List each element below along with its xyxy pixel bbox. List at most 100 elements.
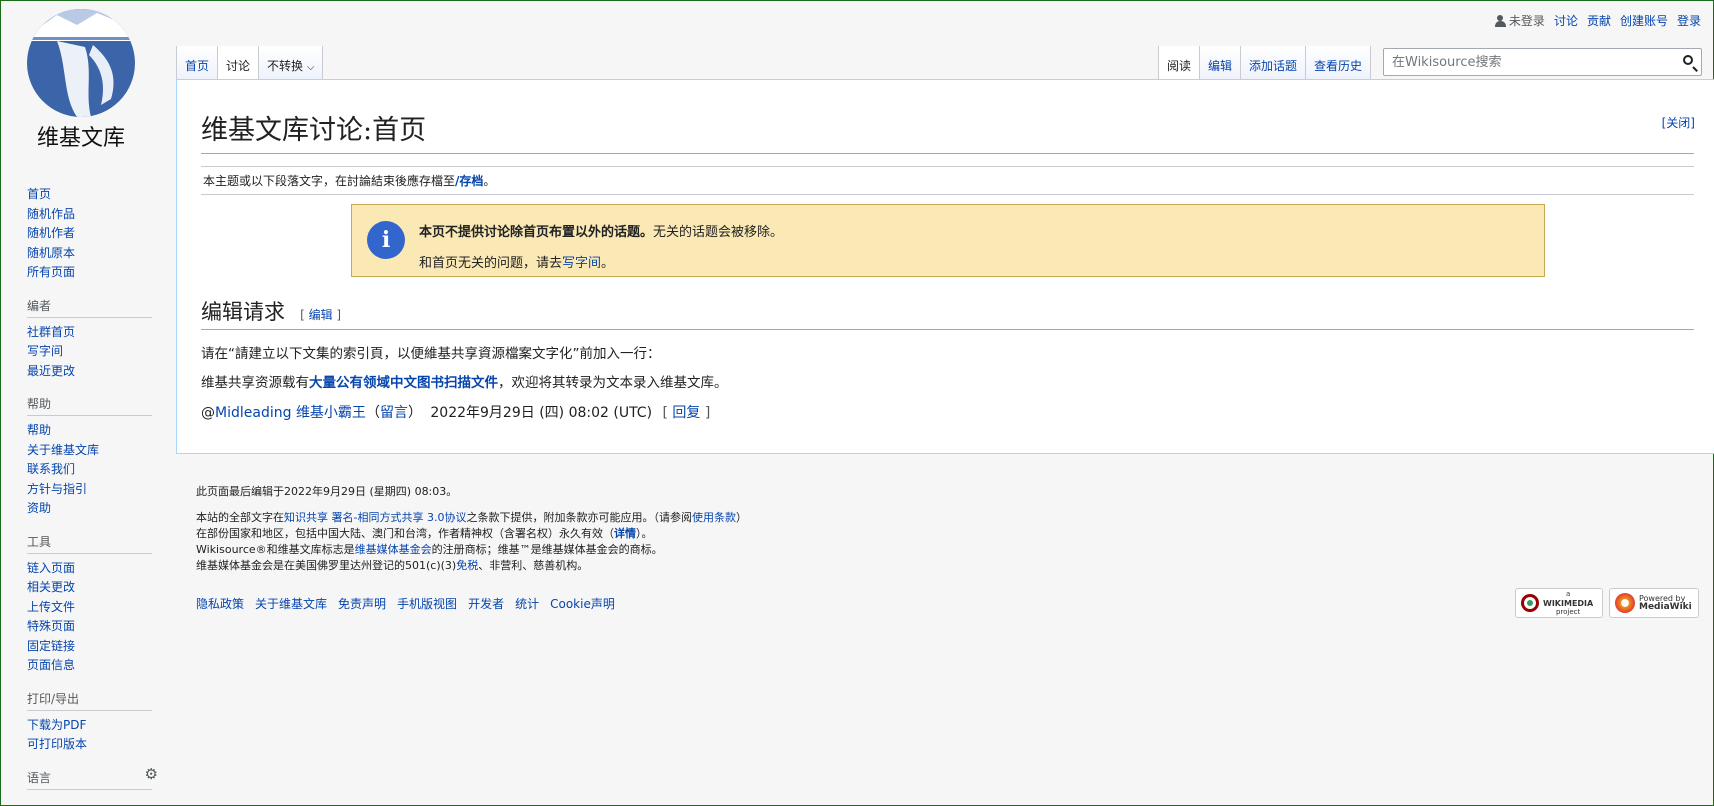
sidebar-help: 帮助 帮助 关于维基文库 联系我们 方针与指引 资助 bbox=[27, 395, 162, 519]
reply-link[interactable]: 回复 bbox=[672, 405, 700, 421]
tab-history[interactable]: 查看历史 bbox=[1306, 46, 1372, 80]
last-modified: 此页面最后编辑于2022年9月29日 (星期四) 08:03。 bbox=[196, 485, 458, 498]
search-icon[interactable] bbox=[1683, 55, 1693, 65]
variant-dropdown[interactable]: 不转换 ⌵ bbox=[259, 46, 324, 80]
sidebar-item-random-source[interactable]: 随机原本 bbox=[27, 244, 162, 264]
commons-scans-link[interactable]: 大量公有领域中文图书扫描文件 bbox=[309, 375, 498, 391]
request-paragraph: 请在“請建立以下文集的索引頁，以便維基共享資源檔案文字化”前加入一行： bbox=[201, 346, 661, 362]
footer-about-link[interactable]: 关于维基文库 bbox=[255, 595, 327, 612]
gear-icon[interactable]: ⚙ bbox=[145, 765, 158, 783]
tab-add-topic[interactable]: 添加话题 bbox=[1241, 46, 1307, 80]
chevron-down-icon: ⌵ bbox=[306, 62, 315, 73]
footer-developers-link[interactable]: 开发者 bbox=[468, 595, 504, 612]
license-line-3: Wikisource®和维基文库标志是维基媒体基金会的注册商标；维基™是维基媒体… bbox=[196, 543, 663, 556]
personal-tools: 未登录 讨论 贡献 创建账号 登录 bbox=[1494, 12, 1701, 29]
logo-globe-icon: 维基文库 bbox=[27, 9, 135, 151]
footer-places: 隐私政策 关于维基文库 免责声明 手机版视图 开发者 统计 Cookie声明 bbox=[196, 595, 615, 612]
signature-timestamp: 2022年9月29日 (四) 08:02 (UTC) bbox=[430, 405, 653, 421]
section-edit-link[interactable]: 编辑 bbox=[309, 308, 333, 322]
login-link[interactable]: 登录 bbox=[1677, 12, 1701, 29]
namespace-tabs: 首页 讨论 不转换 ⌵ bbox=[176, 46, 324, 80]
sidebar-heading-editors: 编者 bbox=[27, 297, 152, 318]
sidebar-item-upload-file[interactable]: 上传文件 bbox=[27, 598, 162, 618]
notice-line-1: 本页不提供讨论除首页布置以外的话题。无关的话题会被移除。 bbox=[419, 225, 784, 240]
tab-main-page[interactable]: 首页 bbox=[176, 46, 219, 80]
license-info: 本站的全部文字在知识共享 署名-相同方式共享 3.0协议之条款下提供，附加条款亦… bbox=[196, 510, 747, 574]
search-input[interactable] bbox=[1384, 49, 1680, 75]
archive-link[interactable]: /存档 bbox=[455, 174, 483, 188]
license-line-2: 在部份国家和地区，包括中国大陆、澳门和台湾，作者精神权（含署名权）永久有效（详情… bbox=[196, 527, 653, 540]
terms-of-use-link[interactable]: 使用条款 bbox=[692, 511, 736, 524]
close-link[interactable]: [关闭] bbox=[1662, 114, 1695, 131]
notice-box: i 本页不提供讨论除首页布置以外的话题。无关的话题会被移除。 和首页无关的问题，… bbox=[351, 204, 1545, 277]
details-link[interactable]: 详情 bbox=[614, 527, 636, 540]
sidebar-item-scriptorium[interactable]: 写字间 bbox=[27, 342, 162, 362]
scriptorium-link[interactable]: 写字间 bbox=[562, 256, 601, 271]
svg-text:维基文库: 维基文库 bbox=[37, 126, 125, 151]
section-edit: [ 编辑 ] bbox=[300, 308, 342, 322]
sidebar-item-recent-changes[interactable]: 最近更改 bbox=[27, 362, 162, 382]
sidebar-item-main-page[interactable]: 首页 bbox=[27, 185, 162, 205]
footer-privacy-link[interactable]: 隐私政策 bbox=[196, 595, 244, 612]
sidebar-item-special-pages[interactable]: 特殊页面 bbox=[27, 617, 162, 637]
license-line-1: 本站的全部文字在知识共享 署名-相同方式共享 3.0协议之条款下提供，附加条款亦… bbox=[196, 511, 747, 524]
sidebar-item-community-portal[interactable]: 社群首页 bbox=[27, 323, 162, 343]
sidebar-item-all-pages[interactable]: 所有页面 bbox=[27, 263, 162, 283]
notice-line-2: 和首页无关的问题，请去写字间。 bbox=[419, 256, 615, 271]
tab-edit[interactable]: 编辑 bbox=[1200, 46, 1242, 80]
tax-exempt-link[interactable]: 免税 bbox=[456, 559, 478, 572]
sidebar-editors: 编者 社群首页 写字间 最近更改 bbox=[27, 297, 162, 382]
sidebar-item-help[interactable]: 帮助 bbox=[27, 421, 162, 441]
footer-mobile-view-link[interactable]: 手机版视图 bbox=[397, 595, 457, 612]
create-account-link[interactable]: 创建账号 bbox=[1620, 12, 1668, 29]
sidebar-item-random-author[interactable]: 随机作者 bbox=[27, 224, 162, 244]
sidebar-item-download-pdf[interactable]: 下载为PDF bbox=[27, 716, 162, 736]
personal-talk-link[interactable]: 讨论 bbox=[1554, 12, 1578, 29]
sidebar-item-page-info[interactable]: 页面信息 bbox=[27, 656, 162, 676]
main-content: 维基文库讨论:首页 [关闭] 本主题或以下段落文字，在討論結束後應存檔至/存档。… bbox=[176, 79, 1714, 454]
sidebar-item-about[interactable]: 关于维基文库 bbox=[27, 441, 162, 461]
user-icon bbox=[1494, 14, 1506, 27]
sidebar-languages: 语言 ⚙ bbox=[27, 765, 162, 790]
sidebar-item-printable-version[interactable]: 可打印版本 bbox=[27, 735, 162, 755]
ping-user-link[interactable]: Midleading bbox=[215, 405, 291, 421]
sidebar-heading-languages: 语言 ⚙ bbox=[27, 765, 158, 790]
search-box bbox=[1383, 48, 1702, 76]
sidebar-item-policies[interactable]: 方针与指引 bbox=[27, 480, 162, 500]
license-line-4: 维基媒体基金会是在美国佛罗里达州登记的501(c)(3)免税、非营利、慈善机构。 bbox=[196, 559, 589, 572]
sidebar-item-what-links-here[interactable]: 链入页面 bbox=[27, 559, 162, 579]
commons-paragraph: 维基共享资源载有大量公有领域中文图书扫描文件，欢迎将其转录为文本录入维基文库。 bbox=[201, 375, 728, 391]
footer-disclaimer-link[interactable]: 免责声明 bbox=[338, 595, 386, 612]
archive-notice: 本主题或以下段落文字，在討論結束後應存檔至/存档。 bbox=[201, 166, 1694, 195]
sidebar-heading-print: 打印/导出 bbox=[27, 690, 152, 711]
section-title: 编辑请求 bbox=[201, 300, 285, 324]
sidebar-item-permanent-link[interactable]: 固定链接 bbox=[27, 637, 162, 657]
user-talk-link[interactable]: 留言 bbox=[380, 405, 408, 421]
sidebar-item-random-work[interactable]: 随机作品 bbox=[27, 205, 162, 225]
tab-read[interactable]: 阅读 bbox=[1158, 46, 1201, 80]
signature-line: @Midleading 维基小霸王（留言） 2022年9月29日 (四) 08:… bbox=[201, 405, 711, 421]
footer-cookie-link[interactable]: Cookie声明 bbox=[550, 595, 615, 612]
sidebar-item-contact[interactable]: 联系我们 bbox=[27, 460, 162, 480]
sidebar: 首页 随机作品 随机作者 随机原本 所有页面 编者 社群首页 写字间 最近更改 … bbox=[27, 185, 162, 804]
wikimedia-logo-icon bbox=[1521, 594, 1539, 612]
sidebar-item-related-changes[interactable]: 相关更改 bbox=[27, 578, 162, 598]
sidebar-print-export: 打印/导出 下载为PDF 可打印版本 bbox=[27, 690, 162, 755]
footer-statistics-link[interactable]: 统计 bbox=[515, 595, 539, 612]
sidebar-navigation: 首页 随机作品 随机作者 随机原本 所有页面 bbox=[27, 185, 162, 283]
tab-talk[interactable]: 讨论 bbox=[218, 46, 260, 80]
footer-info: 此页面最后编辑于2022年9月29日 (星期四) 08:03。 本站的全部文字在… bbox=[196, 483, 747, 574]
wikisource-logo[interactable]: 维基文库 bbox=[27, 7, 147, 157]
wikimedia-project-badge[interactable]: a WIKIMEDIA project bbox=[1515, 588, 1603, 618]
wikimedia-foundation-link[interactable]: 维基媒体基金会 bbox=[355, 543, 432, 556]
sidebar-item-donate[interactable]: 资助 bbox=[27, 499, 162, 519]
cc-license-link[interactable]: 知识共享 署名-相同方式共享 3.0协议 bbox=[284, 511, 466, 524]
powered-by-mediawiki-badge[interactable]: Powered by MediaWiki bbox=[1609, 588, 1699, 618]
reply-control: [ 回复 ] bbox=[662, 405, 711, 421]
user-link[interactable]: 维基小霸王 bbox=[296, 405, 366, 421]
personal-contributions-link[interactable]: 贡献 bbox=[1587, 12, 1611, 29]
view-tabs: 阅读 编辑 添加话题 查看历史 bbox=[1158, 46, 1372, 80]
sidebar-tools: 工具 链入页面 相关更改 上传文件 特殊页面 固定链接 页面信息 bbox=[27, 533, 162, 676]
info-icon: i bbox=[367, 221, 405, 259]
section-heading: 编辑请求 [ 编辑 ] bbox=[201, 296, 1694, 330]
